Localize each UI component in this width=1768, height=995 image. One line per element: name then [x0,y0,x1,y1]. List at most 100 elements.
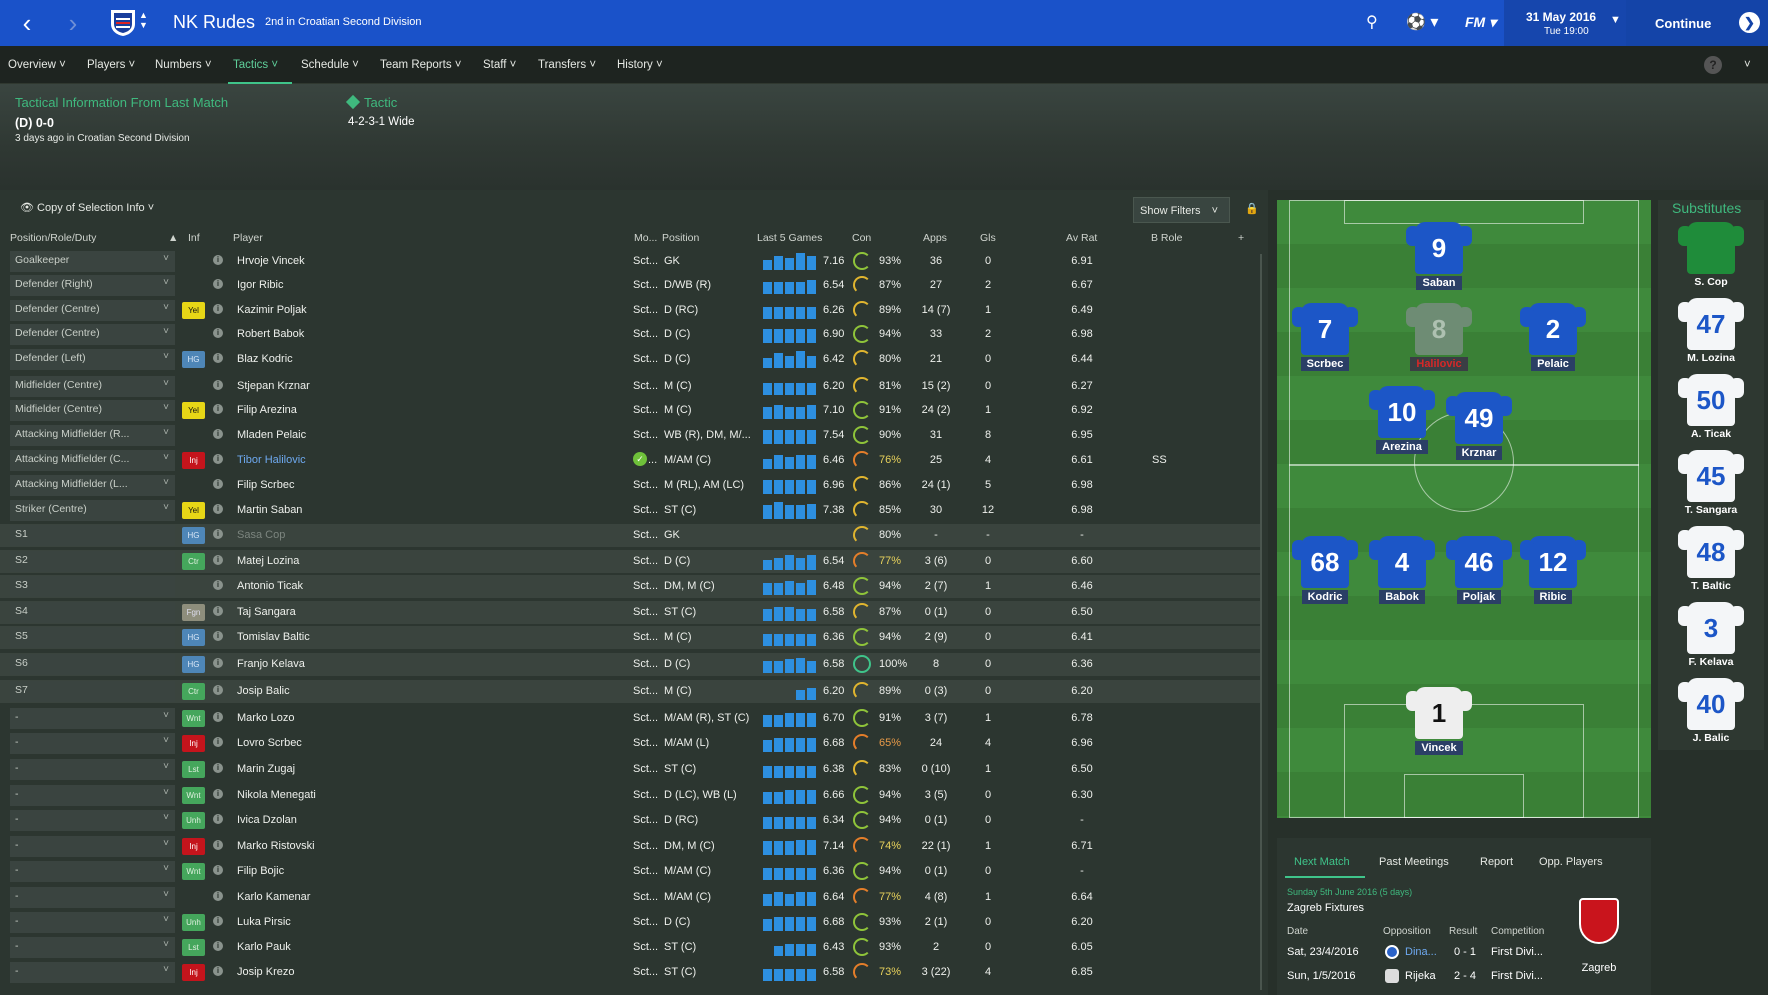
player-name[interactable]: Igor Ribic [237,279,283,291]
position-role-cell[interactable]: - ˅ [10,759,175,780]
opponent-name[interactable]: Zagreb [1569,962,1629,974]
table-row[interactable]: - ˅ i Karlo Kamenar Sct... M/AM (C) 6.64 77% 4 (… [0,886,1260,909]
menu-players[interactable]: Players ˅ [87,59,135,71]
position-role-cell[interactable]: - ˅ [10,836,175,857]
chevron-down-icon[interactable]: ˅ [163,964,169,975]
table-row[interactable]: Attacking Midfielder (C... ˅ Inj i Tibor Hal… [0,449,1260,472]
info-icon[interactable]: i [213,789,223,799]
info-icon[interactable]: i [213,504,223,514]
pitch-player[interactable]: 49 Krznar [1434,392,1524,460]
info-badge[interactable]: Lst [182,761,205,778]
player-name[interactable]: Kazimir Poljak [237,304,307,316]
chevron-down-icon[interactable]: ˅ [163,889,169,900]
menu-staff[interactable]: Staff ˅ [483,59,516,71]
info-icon[interactable]: i [213,865,223,875]
selection-view-dropdown[interactable]: 👁 Copy of Selection Info ˅ [20,201,154,214]
player-name[interactable]: Marin Zugaj [237,763,295,775]
table-row[interactable]: Defender (Centre) ˅ i Robert Babok Sct... D (… [0,323,1260,346]
col-last5[interactable]: Last 5 Games [757,232,822,244]
menu-tactics[interactable]: Tactics ˅ [233,59,278,71]
player-name[interactable]: Karlo Pauk [237,941,291,953]
last-match-result[interactable]: (D) 0-0 [15,116,54,130]
table-row[interactable]: Defender (Left) ˅ HG i Blaz Kodric Sct... D (C… [0,348,1260,371]
pitch-player[interactable]: 1 Vincek [1394,687,1484,755]
position-role-cell[interactable]: - ˅ [10,733,175,754]
position-role-cell[interactable]: Attacking Midfielder (R... ˅ [10,425,175,446]
info-badge[interactable]: Ctr [182,553,205,570]
search-icon[interactable]: ⚲ [1366,12,1378,32]
tab-past-meetings[interactable]: Past Meetings [1379,856,1449,868]
back-arrow-icon[interactable]: ‹ [12,8,42,38]
position-role-cell[interactable]: - ˅ [10,937,175,958]
table-row[interactable]: - ˅ Wnt i Filip Bojic Sct... M/AM (C) 6.36 94% 0 … [0,860,1260,883]
position-role-cell[interactable]: Attacking Midfielder (L... ˅ [10,475,175,496]
info-badge[interactable]: Yel [182,402,205,419]
position-role-cell[interactable]: Midfielder (Centre) ˅ [10,376,175,397]
menu-team-reports[interactable]: Team Reports ˅ [380,59,462,71]
tab-next-match[interactable]: Next Match [1294,856,1350,868]
table-row[interactable]: Midfielder (Centre) ˅ Yel i Filip Arezina Sct… [0,399,1260,422]
show-filters-button[interactable]: Show Filters ˅ [1133,197,1230,223]
player-name[interactable]: Filip Arezina [237,404,297,416]
col-gls[interactable]: Gls [980,232,996,244]
player-name[interactable]: Karlo Kamenar [237,891,310,903]
table-row[interactable]: S3 i Antonio Ticak Sct... DM, M (C) 6.48 94% 2 … [0,575,1260,598]
table-row[interactable]: S5 HG i Tomislav Baltic Sct... M (C) 6.36 94% 2 … [0,626,1260,649]
info-badge[interactable]: Inj [182,452,205,469]
info-badge[interactable]: Inj [182,964,205,981]
col-avrat[interactable]: Av Rat [1066,232,1097,244]
table-row[interactable]: - ˅ Inj i Lovro Scrbec Sct... M/AM (L) 6.68 65% 2… [0,732,1260,755]
info-icon[interactable]: i [213,685,223,695]
position-role-cell[interactable]: S2 [10,551,175,572]
zagreb-crest-icon[interactable] [1579,898,1619,944]
chevron-down-icon[interactable]: ˅ [163,939,169,950]
tactics-pitch[interactable]: 9 Saban 7 Scrbec 8 Halilovic 2 Pelaic 10 Arezina 4… [1277,200,1651,818]
info-badge[interactable]: Lst [182,939,205,956]
chevron-down-icon[interactable]: ˅ [163,302,169,313]
substitute-player[interactable]: 48 T. Baltic [1658,526,1764,592]
info-badge[interactable]: Yel [182,302,205,319]
lock-icon[interactable]: 🔒 [1245,202,1259,215]
player-name[interactable]: Robert Babok [237,328,304,340]
chevron-down-icon[interactable]: ˅ [163,735,169,746]
position-role-cell[interactable]: - ˅ [10,861,175,882]
player-name[interactable]: Luka Pirsic [237,916,291,928]
player-name[interactable]: Ivica Dzolan [237,814,297,826]
info-icon[interactable]: i [213,255,223,265]
forward-arrow-icon[interactable]: › [58,8,88,38]
pitch-player[interactable]: 8 Halilovic [1394,303,1484,371]
player-name[interactable]: Sasa Cop [237,529,285,541]
info-icon[interactable]: i [213,840,223,850]
info-badge[interactable]: HG [182,351,205,368]
info-badge[interactable]: Unh [182,914,205,931]
chevron-down-icon[interactable]: ˅ [163,277,169,288]
col-position-role[interactable]: Position/Role/Duty [10,232,96,244]
player-name[interactable]: Filip Bojic [237,865,284,877]
table-row[interactable]: Midfielder (Centre) ˅ i Stjepan Krznar Sct..… [0,375,1260,398]
menu-overview[interactable]: Overview ˅ [8,59,66,71]
info-icon[interactable]: i [213,712,223,722]
info-badge[interactable]: Inj [182,735,205,752]
table-scrollbar[interactable] [1260,254,1262,990]
player-name[interactable]: Martin Saban [237,504,302,516]
menu-numbers[interactable]: Numbers ˅ [155,59,212,71]
info-icon[interactable]: i [213,631,223,641]
info-icon[interactable]: i [213,454,223,464]
table-row[interactable]: - ˅ Inj i Josip Krezo Sct... ST (C) 6.58 73% 3 (2… [0,961,1260,984]
table-row[interactable]: - ˅ Wnt i Nikola Menegati Sct... D (LC), WB (L… [0,784,1260,807]
table-row[interactable]: - ˅ Lst i Karlo Pauk Sct... ST (C) 6.43 93% 2 0 6.0… [0,936,1260,959]
position-role-cell[interactable]: S5 [10,627,175,648]
info-badge[interactable]: HG [182,656,205,673]
continue-button[interactable]: Continue ❯ [1626,0,1768,46]
info-badge[interactable]: Fgn [182,604,205,621]
info-icon[interactable]: i [213,658,223,668]
player-name[interactable]: Taj Sangara [237,606,296,618]
info-icon[interactable]: i [213,737,223,747]
player-name[interactable]: Josip Balic [237,685,290,697]
position-role-cell[interactable]: Defender (Centre) ˅ [10,300,175,321]
tab-opp-players[interactable]: Opp. Players [1539,856,1603,868]
chevron-down-icon[interactable]: ˅ [163,326,169,337]
position-role-cell[interactable]: Attacking Midfielder (C... ˅ [10,450,175,471]
info-badge[interactable]: Yel [182,502,205,519]
table-row[interactable]: S2 Ctr i Matej Lozina Sct... D (C) 6.54 77% 3 (6… [0,550,1260,573]
